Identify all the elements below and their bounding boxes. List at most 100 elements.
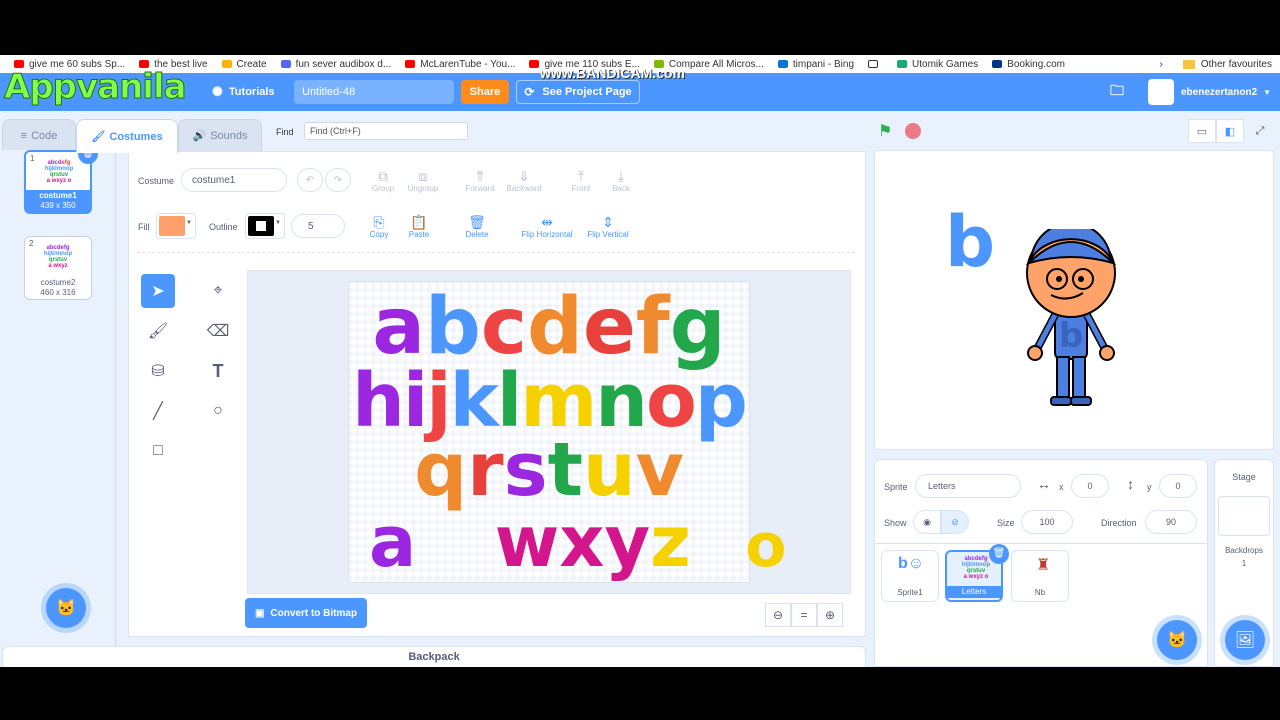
backdrop-thumb xyxy=(1218,496,1270,536)
front-label: Front xyxy=(571,184,591,193)
chevron-right-icon[interactable]: › xyxy=(1160,59,1163,70)
convert-to-bitmap-button[interactable]: ▣ Convert to Bitmap xyxy=(245,598,367,628)
costume-name-input[interactable]: costume1 xyxy=(181,168,287,192)
bookmark[interactable]: fun sever audibox d... xyxy=(280,59,391,70)
zoom-in-button[interactable]: ⊕ xyxy=(817,603,843,627)
circle-tool[interactable]: ○ xyxy=(201,394,235,428)
fill-swatch xyxy=(159,216,185,236)
size-input[interactable]: 100 xyxy=(1021,510,1073,534)
paste-icon: 📋 xyxy=(410,214,428,230)
fill-tool[interactable]: ⛁ xyxy=(141,354,175,388)
ungroup-icon: ⧈ xyxy=(418,168,428,184)
show-hidden-button[interactable]: ⊘ xyxy=(941,510,969,534)
fill-picker[interactable]: ▼ xyxy=(156,213,196,239)
cat-icon: 🐱 xyxy=(1167,632,1187,649)
rectangle-icon: □ xyxy=(153,442,163,459)
small-stage-icon: ▭ xyxy=(1196,125,1208,138)
costume-thumb[interactable]: 2 abcdefg hijklmnop qrstuv a wxyz costume2 4… xyxy=(24,236,92,300)
show-visible-button[interactable]: ◉ xyxy=(913,510,941,534)
sprite-tile[interactable]: ♜ Nb xyxy=(1011,550,1069,602)
tab-label: Sounds xyxy=(210,129,248,142)
costume-list: 1 abcdefg hijklmnop qrstuv a wxyz o 🗑 costu… xyxy=(2,144,116,654)
canvas-area[interactable]: abcdefg hijklmnop qrstuv a wxyz o xyxy=(247,270,851,594)
direction-label: Direction xyxy=(1101,518,1137,528)
image-icon: 🖼 xyxy=(1234,632,1256,649)
flip-horizontal-button[interactable]: ⇹ Flip Horizontal xyxy=(517,214,577,239)
select-tool[interactable]: ➤ xyxy=(141,274,175,308)
project-title-input[interactable]: Untitled-48 xyxy=(294,80,454,104)
front-button[interactable]: ⤒ Front xyxy=(565,168,597,193)
delete-icon[interactable]: 🗑 xyxy=(989,544,1009,564)
forward-button[interactable]: ⇑ Forward xyxy=(461,168,499,193)
folder-icon[interactable]: 🗀 xyxy=(1110,73,1124,111)
bookmark[interactable]: timpani - Bing xyxy=(777,59,854,70)
forward-icon: ⇑ xyxy=(474,168,486,184)
flip-vertical-button[interactable]: ⇕ Flip Vertical xyxy=(583,214,633,239)
small-stage-button[interactable]: ▭ xyxy=(1188,119,1216,143)
letters-wxyz: wxyz xyxy=(494,501,691,583)
costume-canvas[interactable]: abcdefg hijklmnop qrstuv a wxyz o xyxy=(348,281,786,583)
group-button[interactable]: ⧉ Group xyxy=(365,168,401,193)
outline-picker[interactable]: ▼ xyxy=(245,213,285,239)
stop-icon[interactable] xyxy=(905,123,921,139)
bookmark[interactable]: Create xyxy=(221,59,267,70)
bookmark[interactable] xyxy=(868,60,883,68)
rectangle-tool[interactable]: □ xyxy=(141,434,175,468)
backdrops-count: 1 xyxy=(1241,559,1247,568)
reshape-tool[interactable]: ⌖ xyxy=(201,274,235,308)
zoom-out-button[interactable]: ⊖ xyxy=(765,603,791,627)
back-button[interactable]: ⤓ Back xyxy=(605,168,637,193)
ungroup-button[interactable]: ⧈ Ungroup xyxy=(403,168,443,193)
y-input[interactable]: 0 xyxy=(1159,474,1197,498)
line-tool[interactable]: ╱ xyxy=(141,394,175,428)
sprite-name-input[interactable]: Letters xyxy=(915,474,1021,498)
choose-sprite-button[interactable]: 🐱 xyxy=(1157,620,1197,660)
paste-button[interactable]: 📋 Paste xyxy=(403,214,435,239)
zoom-reset-button[interactable]: = xyxy=(791,603,817,627)
text-tool[interactable]: T xyxy=(201,354,235,388)
other-favourites[interactable]: Other favourites xyxy=(1201,59,1272,70)
circle-icon: ○ xyxy=(213,402,223,419)
fullscreen-button[interactable]: ⤢ xyxy=(1246,119,1274,143)
stage-pane[interactable]: Stage Backdrops 1 🖼 xyxy=(1214,459,1274,667)
flip-horizontal-icon: ⇹ xyxy=(541,214,553,230)
backpack[interactable]: Backpack xyxy=(2,646,866,667)
find-input[interactable]: Find (Ctrl+F) xyxy=(304,122,468,140)
see-project-page-button[interactable]: ⟳ See Project Page xyxy=(516,80,640,104)
show-label: Show xyxy=(884,518,907,528)
sprite-pane: Sprite Letters ↔ x 0 ↕ y 0 Show ◉ ⊘ Size… xyxy=(874,459,1208,667)
sprite-tile[interactable]: b☺ Sprite1 xyxy=(881,550,939,602)
undo-button[interactable]: ↶ xyxy=(297,168,323,192)
sprite-tile[interactable]: abcdefg hijklmnop qrstuv a wxyz o 🗑 Letters xyxy=(945,544,1009,602)
eraser-tool[interactable]: ⌫ xyxy=(201,314,235,348)
lightbulb-icon: ✺ xyxy=(212,84,223,99)
costume-label: Costume xyxy=(138,176,175,186)
share-button[interactable]: Share xyxy=(461,80,509,104)
account-menu[interactable]: ebenezertanon2 ▼ xyxy=(1148,73,1271,111)
green-flag-icon[interactable]: ⚑ xyxy=(878,121,892,141)
large-stage-button[interactable]: ◧ xyxy=(1216,119,1244,143)
bookmark[interactable]: Utomik Games xyxy=(897,59,978,70)
tab-sounds[interactable]: 🔊 Sounds xyxy=(178,119,262,151)
page-icon xyxy=(868,60,879,68)
brush-tool[interactable]: 🖌 xyxy=(141,314,175,348)
stage[interactable]: b b xyxy=(874,150,1274,450)
tutorials-button[interactable]: ✺ Tutorials xyxy=(212,73,275,111)
outline-width-input[interactable]: 5 xyxy=(291,214,345,238)
tab-costumes[interactable]: 🖌 Costumes xyxy=(76,119,178,153)
redo-button[interactable]: ↷ xyxy=(325,168,351,192)
choose-costume-button[interactable]: 🐱 xyxy=(46,588,86,628)
costume-thumb[interactable]: 1 abcdefg hijklmnop qrstuv a wxyz o 🗑 costu… xyxy=(24,144,98,214)
delete-button[interactable]: 🗑 Delete xyxy=(459,214,495,239)
backward-button[interactable]: ⇓ Backward xyxy=(503,168,545,193)
copy-button[interactable]: ⎘ Copy xyxy=(363,214,395,239)
bookmark[interactable]: Booking.com xyxy=(992,59,1065,70)
direction-input[interactable]: 90 xyxy=(1145,510,1197,534)
x-input[interactable]: 0 xyxy=(1071,474,1109,498)
bookmark[interactable]: McLarenTube - You... xyxy=(405,59,515,70)
paint-editor: Costume costume1 ↶ ↷ ⧉ Group ⧈ Ungroup ⇑ Fo… xyxy=(128,151,866,637)
tab-code[interactable]: ≡ Code xyxy=(2,119,76,151)
letters-row-3: qrstuv xyxy=(414,427,684,513)
choose-backdrop-button[interactable]: 🖼 xyxy=(1225,620,1265,660)
outline-label: Outline xyxy=(209,222,238,232)
